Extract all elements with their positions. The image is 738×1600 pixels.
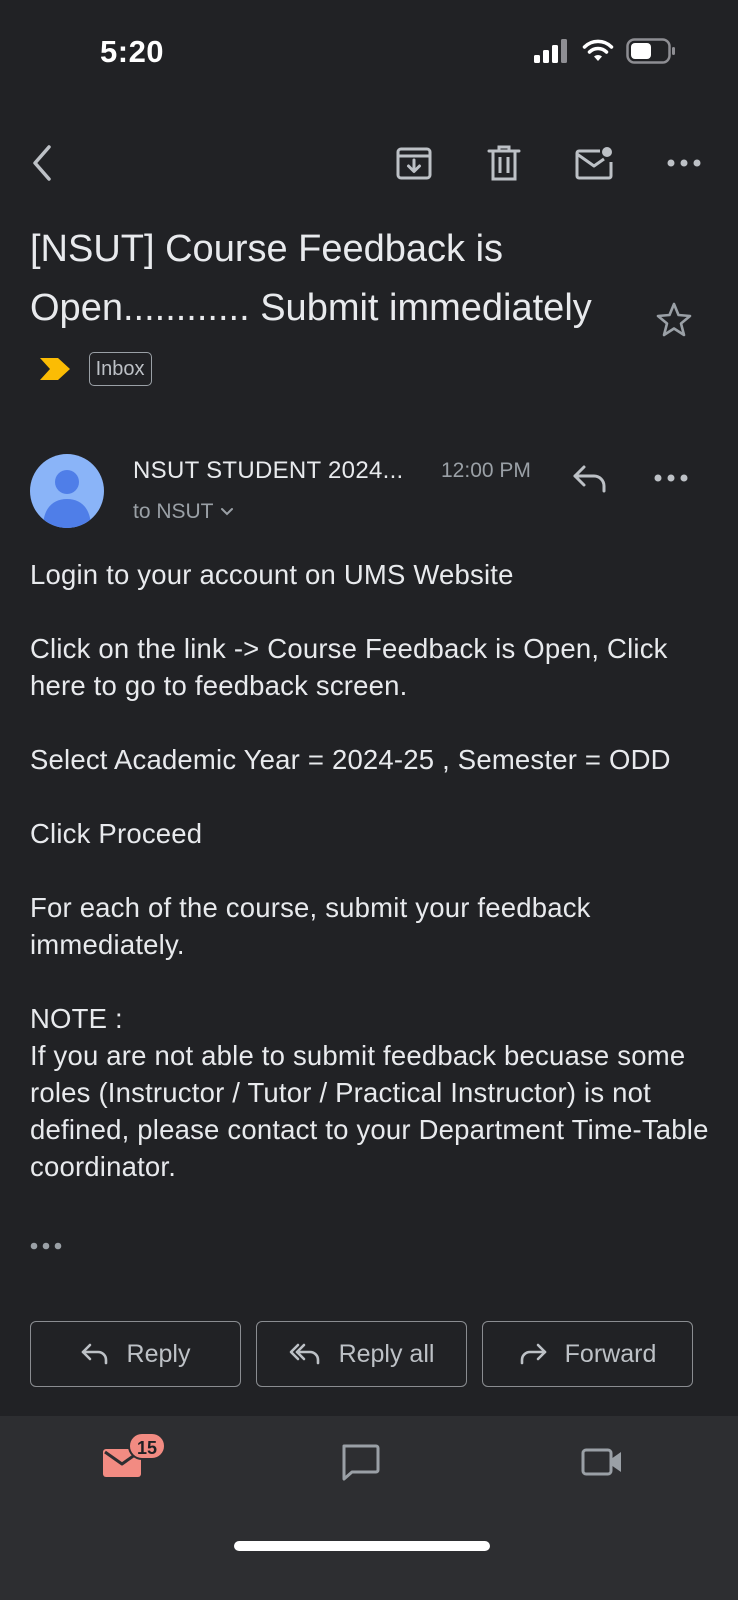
- reply-all-label: Reply all: [338, 1339, 435, 1368]
- mark-unread-icon: [575, 147, 613, 180]
- more-horizontal-icon: [654, 474, 688, 482]
- status-time: 5:20: [100, 34, 165, 69]
- trash-icon: [487, 145, 521, 181]
- forward-icon: [520, 1343, 546, 1365]
- email-body: Login to your account on UMS Website Cli…: [30, 556, 710, 1185]
- archive-icon: [396, 147, 432, 180]
- body-line: If you are not able to submit feedback b…: [30, 1040, 709, 1182]
- reply-label: Reply: [126, 1339, 191, 1368]
- email-timestamp: 12:00 PM: [441, 459, 531, 482]
- inbox-label-chip[interactable]: Inbox: [88, 351, 152, 386]
- archive-button[interactable]: [386, 135, 442, 191]
- chevron-down-icon: [220, 508, 233, 516]
- recipient-details-toggle[interactable]: to NSUT: [133, 500, 234, 524]
- body-line: Login to your account on UMS Website: [30, 559, 514, 590]
- delete-button[interactable]: [476, 135, 532, 191]
- body-line: NOTE :: [30, 1003, 123, 1034]
- show-trimmed-content-button[interactable]: [30, 1238, 62, 1256]
- status-icons: [534, 38, 676, 64]
- cellular-signal-icon: [534, 39, 567, 63]
- video-camera-icon: [581, 1448, 621, 1476]
- recipient-text: to NSUT: [133, 500, 214, 523]
- body-line: Click on the link -> Course Feedback is …: [30, 633, 668, 701]
- more-horizontal-icon: [667, 159, 701, 167]
- sender-name: NSUT STUDENT 2024...: [133, 457, 404, 484]
- mark-unread-button[interactable]: [566, 135, 622, 191]
- subject-text: [NSUT] Course Feedback is Open..........…: [30, 228, 592, 329]
- quick-reply-button[interactable]: [562, 450, 618, 506]
- message-more-options-button[interactable]: [643, 450, 699, 506]
- person-icon: [43, 470, 91, 528]
- sender-avatar[interactable]: [30, 454, 104, 528]
- ellipsis-icon: [30, 1242, 62, 1250]
- star-icon: [656, 302, 692, 337]
- reply-icon: [573, 465, 606, 493]
- reply-button[interactable]: Reply: [30, 1321, 241, 1387]
- nav-meet-tab[interactable]: [572, 1432, 632, 1492]
- more-options-button[interactable]: [656, 135, 712, 191]
- importance-marker-icon: [40, 357, 70, 380]
- forward-label: Forward: [564, 1339, 657, 1368]
- back-arrow-icon: [33, 145, 51, 181]
- reply-icon: [81, 1343, 107, 1365]
- unread-count-badge: 15: [128, 1432, 167, 1460]
- forward-button[interactable]: Forward: [482, 1321, 693, 1387]
- body-line: For each of the course, submit your feed…: [30, 892, 591, 960]
- nav-chat-tab[interactable]: [330, 1432, 390, 1492]
- body-line: Select Academic Year = 2024-25 , Semeste…: [30, 744, 671, 775]
- home-indicator[interactable]: [234, 1541, 490, 1551]
- wifi-icon: [582, 39, 614, 61]
- back-button[interactable]: [14, 135, 70, 191]
- star-button[interactable]: [646, 292, 702, 348]
- chat-icon: [342, 1444, 380, 1481]
- battery-icon: [626, 38, 675, 64]
- body-line: Click Proceed: [30, 818, 203, 849]
- email-subject: [NSUT] Course Feedback is Open..........…: [30, 220, 630, 397]
- reply-all-icon: [289, 1343, 319, 1365]
- reply-all-button[interactable]: Reply all: [256, 1321, 467, 1387]
